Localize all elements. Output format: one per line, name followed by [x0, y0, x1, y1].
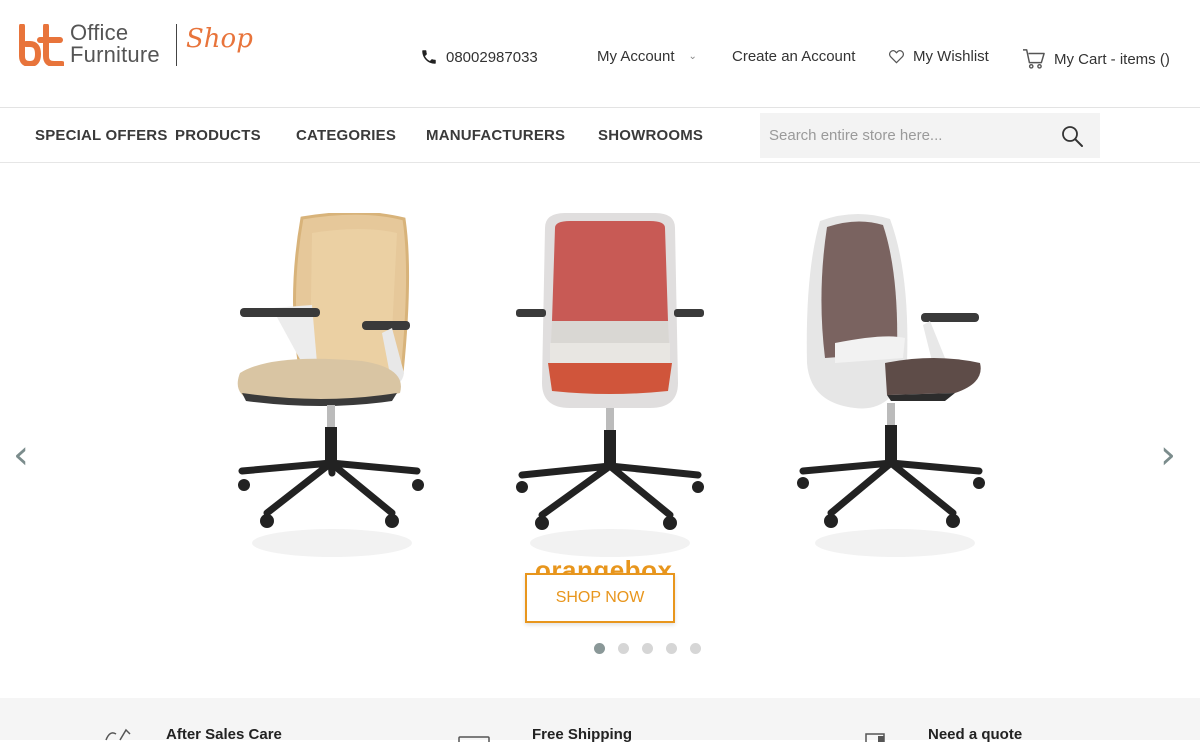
- logo-mark-icon: [19, 24, 64, 66]
- search-box: [760, 113, 1100, 158]
- create-account-label: Create an Account: [732, 48, 856, 65]
- chair-image-brown: [797, 213, 985, 557]
- features-strip: After Sales Care Free Shipping Need a qu…: [0, 698, 1200, 743]
- wishlist-link[interactable]: My Wishlist: [888, 48, 989, 65]
- create-account-link[interactable]: Create an Account: [732, 48, 855, 65]
- slider-dot-4[interactable]: [666, 643, 677, 654]
- logo-line2: Furniture: [70, 42, 160, 67]
- logo-line1: Office: [70, 20, 129, 45]
- phone-contact[interactable]: 08002987033: [420, 48, 538, 66]
- feature-after-sales-care: After Sales Care: [166, 726, 282, 743]
- slider-dots: [594, 643, 701, 654]
- search-icon[interactable]: [1060, 124, 1084, 148]
- logo-divider: [176, 24, 177, 66]
- nav-categories[interactable]: CATEGORIES: [296, 127, 396, 144]
- my-account-dropdown[interactable]: My Account ⌄: [597, 48, 697, 65]
- shop-now-button[interactable]: SHOP NOW: [525, 573, 675, 623]
- heart-icon: [888, 50, 905, 64]
- slider-dot-2[interactable]: [618, 643, 629, 654]
- wishlist-label: My Wishlist: [913, 48, 989, 65]
- feature-need-a-quote: Need a quote: [928, 726, 1023, 743]
- cart-label: My Cart - items (): [1054, 50, 1170, 68]
- nav-products[interactable]: PRODUCTS: [175, 127, 261, 144]
- site-logo[interactable]: Office Furniture Shop: [18, 22, 258, 70]
- hero-slider: ‹ › orangebox SHOP NOW: [0, 163, 1200, 698]
- chevron-down-icon: ⌄: [688, 51, 697, 62]
- nav-special-offers[interactable]: SPECIAL OFFERS: [35, 127, 168, 144]
- feature-free-shipping: Free Shipping: [532, 726, 633, 743]
- slider-dot-5[interactable]: [690, 643, 701, 654]
- slider-dot-3[interactable]: [642, 643, 653, 654]
- chair-image-beige: [237, 213, 424, 557]
- nav-showrooms[interactable]: SHOWROOMS: [598, 127, 703, 144]
- cart-link[interactable]: My Cart - items (): [1022, 48, 1170, 70]
- main-nav: SPECIAL OFFERS PRODUCTS CATEGORIES MANUF…: [0, 109, 1200, 163]
- search-input[interactable]: [760, 113, 1050, 158]
- logo-shop-text: Shop: [186, 24, 253, 54]
- chair-image-red: [516, 213, 704, 557]
- nav-manufacturers[interactable]: MANUFACTURERS: [426, 127, 565, 144]
- slider-next-arrow-icon[interactable]: ›: [1160, 435, 1176, 475]
- slider-dot-1[interactable]: [594, 643, 605, 654]
- my-account-label: My Account: [597, 48, 675, 65]
- site-header: Office Furniture Shop 08002987033 My Acc…: [0, 0, 1200, 108]
- slider-prev-arrow-icon[interactable]: ‹: [13, 435, 29, 475]
- cart-icon: [1023, 49, 1045, 69]
- phone-number: 08002987033: [446, 48, 538, 66]
- logo-text: Office Furniture: [70, 22, 160, 66]
- phone-icon: [422, 50, 436, 64]
- brand-name: orangebox: [535, 557, 673, 573]
